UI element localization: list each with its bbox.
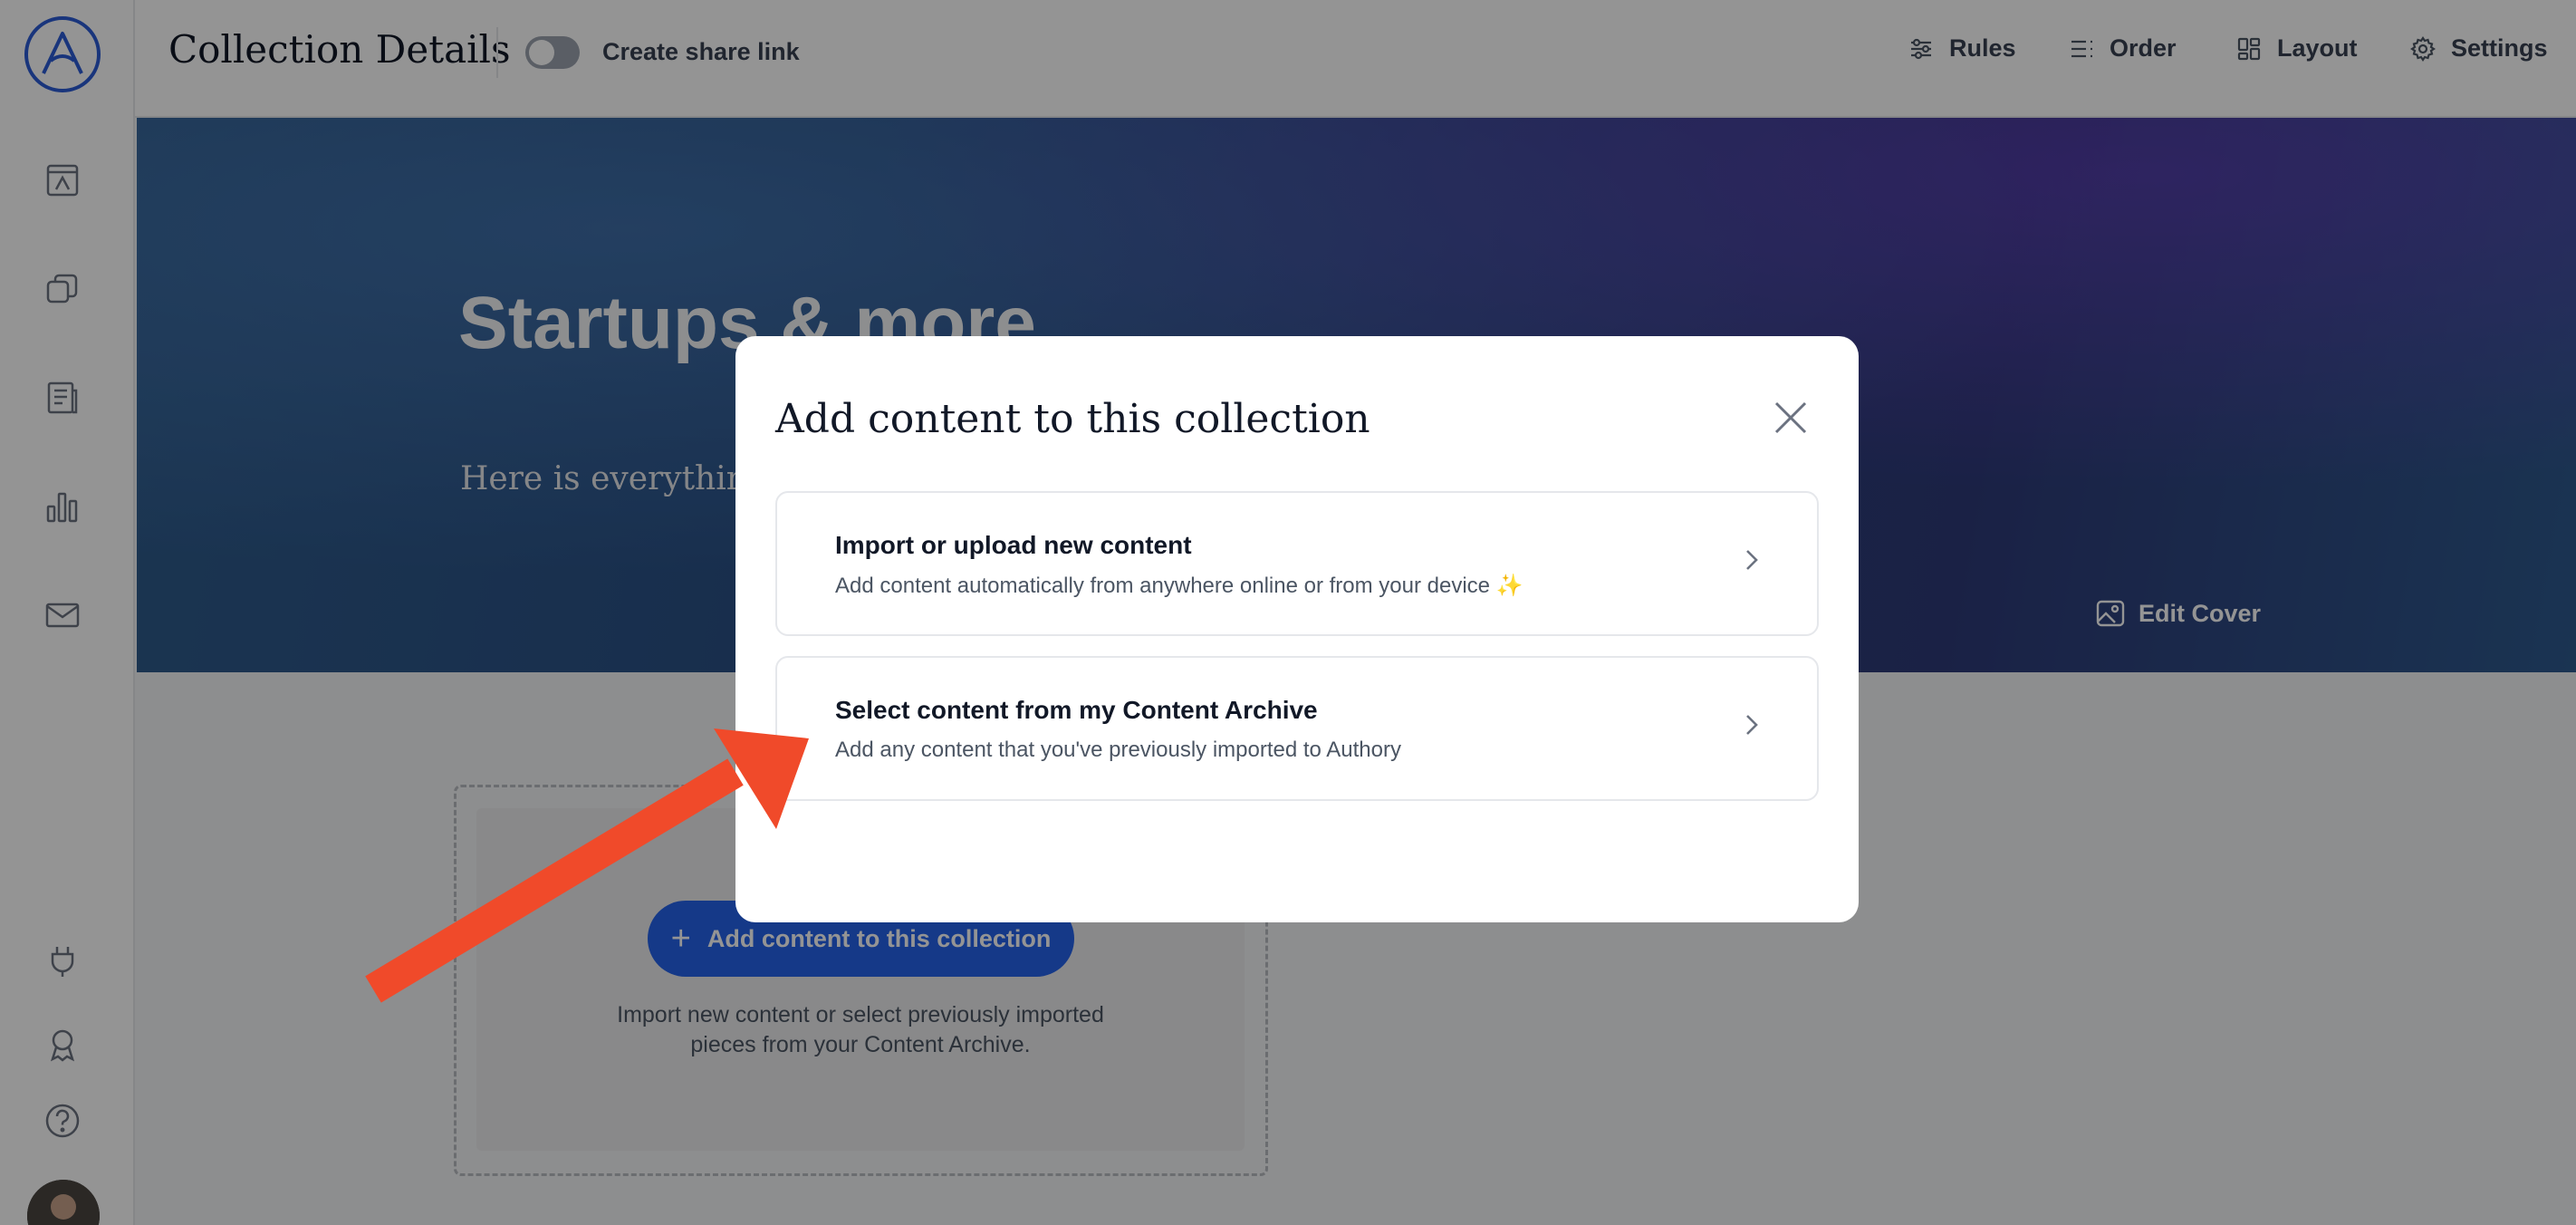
option-description: Add content automatically from anywhere … bbox=[835, 574, 1523, 598]
modal-title: Add content to this collection bbox=[775, 396, 1370, 442]
option-description: Add any content that you've previously i… bbox=[835, 738, 1401, 762]
import-upload-option[interactable]: Import or upload new content Add content… bbox=[775, 491, 1819, 636]
select-from-archive-option[interactable]: Select content from my Content Archive A… bbox=[775, 656, 1819, 801]
option-title: Select content from my Content Archive bbox=[835, 696, 1318, 724]
option-title: Import or upload new content bbox=[835, 531, 1192, 559]
chevron-right-icon bbox=[1739, 542, 1764, 578]
add-content-modal: Add content to this collection Import or… bbox=[735, 336, 1859, 922]
chevron-right-icon bbox=[1739, 707, 1764, 743]
close-icon[interactable] bbox=[1771, 398, 1811, 438]
